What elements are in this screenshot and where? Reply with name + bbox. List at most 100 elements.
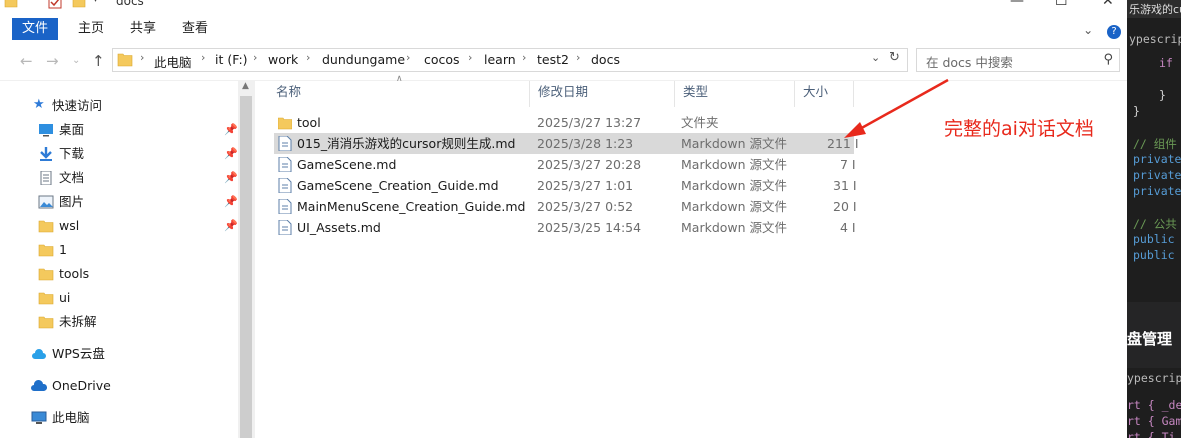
ribbon-tabs: 文件 主页 共享 查看 ⌄ ? — [0, 11, 1127, 40]
markdown-file-icon — [278, 199, 292, 214]
editor-heading: 盘管理 — [1127, 330, 1173, 348]
breadcrumb-separator-icon[interactable]: › — [406, 51, 410, 64]
code-line: public — [1133, 232, 1175, 246]
folder-icon — [38, 244, 54, 257]
file-type: 文件夹 — [681, 115, 719, 130]
up-arrow-icon[interactable]: ↑ — [92, 52, 105, 70]
breadcrumb-separator-icon[interactable]: › — [201, 51, 205, 64]
navigation-pane: ★ 快速访问 桌面 📌 下载 📌 文档 📌 图片 📌 wsl 📌 1 tools… — [0, 81, 256, 438]
breadcrumb-separator-icon[interactable]: › — [522, 51, 526, 64]
editor-tab-title[interactable]: 乐游戏的cu — [1129, 1, 1181, 17]
breadcrumb-thispc[interactable]: 此电脑 — [154, 52, 192, 71]
title-bar: ▾ docs — ☐ ✕ — [0, 0, 1127, 11]
desktop-icon — [39, 124, 53, 137]
onedrive-icon — [31, 379, 47, 391]
file-name: MainMenuScene_Creation_Guide.md — [297, 199, 526, 214]
code-line: rt { _de — [1127, 398, 1181, 412]
back-arrow-icon[interactable]: ← — [20, 52, 33, 70]
breadcrumb-work[interactable]: work — [268, 52, 298, 67]
tab-file[interactable]: 文件 — [12, 18, 59, 40]
table-row[interactable]: 015_消消乐游戏的cursor规则生成.md 2025/3/28 1:23 M… — [274, 133, 859, 154]
code-line: private — [1133, 152, 1181, 166]
markdown-file-icon — [278, 136, 292, 151]
quick-access-folder-icon[interactable] — [4, 0, 18, 9]
code-line: private — [1133, 184, 1181, 198]
table-row[interactable]: tool 2025/3/27 13:27 文件夹 — [274, 112, 854, 133]
file-type: Markdown 源文件 — [681, 199, 788, 214]
refresh-icon[interactable]: ↻ — [889, 50, 900, 65]
breadcrumb-docs[interactable]: docs — [591, 52, 620, 67]
annotation-arrow — [844, 78, 949, 138]
nav-scrollbar[interactable]: ▲ — [238, 81, 255, 438]
column-header-name[interactable]: 名称 — [268, 81, 530, 107]
table-row[interactable]: MainMenuScene_Creation_Guide.md 2025/3/2… — [274, 196, 857, 217]
file-type: Markdown 源文件 — [681, 157, 788, 172]
column-header-type[interactable]: 类型 — [675, 81, 795, 107]
table-row[interactable]: GameScene.md 2025/3/27 20:28 Markdown 源文… — [274, 154, 856, 175]
code-editor-panel: 乐游戏的cu ypescript if ( } } // 组件 private … — [1127, 0, 1181, 438]
breadcrumb-separator-icon[interactable]: › — [576, 51, 580, 64]
help-icon[interactable]: ? — [1107, 25, 1121, 39]
breadcrumb-cocos[interactable]: cocos — [424, 52, 460, 67]
table-row[interactable]: UI_Assets.md 2025/3/25 14:54 Markdown 源文… — [274, 217, 856, 238]
sidebar-item-label: ui — [59, 290, 71, 305]
breadcrumb-test2[interactable]: test2 — [537, 52, 569, 67]
file-type: Markdown 源文件 — [681, 178, 788, 193]
breadcrumb-separator-icon[interactable]: › — [253, 51, 257, 64]
address-bar[interactable]: › 此电脑 › it (F:) › work › dundungame › co… — [112, 48, 908, 72]
folder-icon — [38, 268, 54, 281]
code-line: public — [1133, 248, 1175, 262]
code-line: // 组件 — [1133, 137, 1177, 151]
tab-share[interactable]: 共享 — [120, 18, 166, 40]
chevron-down-icon[interactable]: ⌄ — [1083, 23, 1093, 37]
breadcrumb-separator-icon[interactable]: › — [468, 51, 472, 64]
breadcrumb-dundungame[interactable]: dundungame — [322, 52, 405, 67]
code-line: rt { Ti — [1127, 430, 1176, 438]
ribbon-expand-area: ⌄ ? — [1083, 23, 1121, 39]
breadcrumb-separator-icon[interactable]: › — [140, 51, 144, 64]
file-date: 2025/3/27 13:27 — [537, 115, 642, 130]
minimize-button[interactable]: — — [1010, 0, 1024, 9]
file-size: 31 I — [833, 178, 857, 193]
table-row[interactable]: GameScene_Creation_Guide.md 2025/3/27 1:… — [274, 175, 857, 196]
folder-icon — [38, 292, 54, 305]
breadcrumb-drive[interactable]: it (F:) — [215, 52, 248, 67]
markdown-file-icon — [278, 178, 292, 193]
forward-arrow-icon[interactable]: → — [46, 52, 59, 70]
pin-icon[interactable]: 📌 — [224, 191, 238, 213]
tab-view[interactable]: 查看 — [172, 18, 218, 40]
search-icon[interactable]: ⚲ — [1103, 52, 1113, 67]
file-size: 20 I — [833, 199, 857, 214]
scroll-up-icon[interactable]: ▲ — [242, 81, 249, 91]
file-date: 2025/3/27 0:52 — [537, 199, 634, 214]
sidebar-item-label: 未拆解 — [59, 314, 97, 329]
breadcrumb-learn[interactable]: learn — [484, 52, 516, 67]
pin-icon[interactable]: 📌 — [224, 119, 238, 141]
new-folder-icon[interactable] — [72, 0, 86, 9]
breadcrumb-separator-icon[interactable]: › — [306, 51, 310, 64]
file-explorer-window: ▾ docs — ☐ ✕ 文件 主页 共享 查看 ⌄ ? ← → ⌄ ↑ › 此… — [0, 0, 1127, 438]
customize-toolbar-icon[interactable]: ▾ — [93, 0, 98, 5]
column-header-date[interactable]: 修改日期 — [530, 81, 675, 107]
properties-checkbox-icon[interactable] — [48, 0, 62, 9]
address-dropdown-icon[interactable]: ⌄ — [871, 51, 880, 64]
star-icon: ★ — [33, 97, 45, 112]
scrollbar-thumb[interactable] — [240, 96, 252, 438]
folder-icon — [38, 220, 54, 233]
file-name: 015_消消乐游戏的cursor规则生成.md — [297, 136, 516, 151]
pin-icon[interactable]: 📌 — [224, 215, 238, 237]
tab-home[interactable]: 主页 — [68, 18, 114, 40]
close-button[interactable]: ✕ — [1102, 0, 1114, 9]
code-line: } — [1159, 88, 1166, 102]
recent-locations-icon[interactable]: ⌄ — [72, 55, 80, 66]
file-name: UI_Assets.md — [297, 220, 381, 235]
file-date: 2025/3/25 14:54 — [537, 220, 642, 235]
pin-icon[interactable]: 📌 — [224, 167, 238, 189]
window-title: docs — [116, 0, 144, 8]
pictures-icon — [38, 195, 54, 209]
pin-icon[interactable]: 📌 — [224, 143, 238, 165]
download-icon — [40, 147, 52, 161]
maximize-button[interactable]: ☐ — [1055, 0, 1068, 9]
folder-icon — [38, 316, 54, 329]
search-input[interactable]: 在 docs 中搜索 ⚲ — [916, 48, 1120, 72]
